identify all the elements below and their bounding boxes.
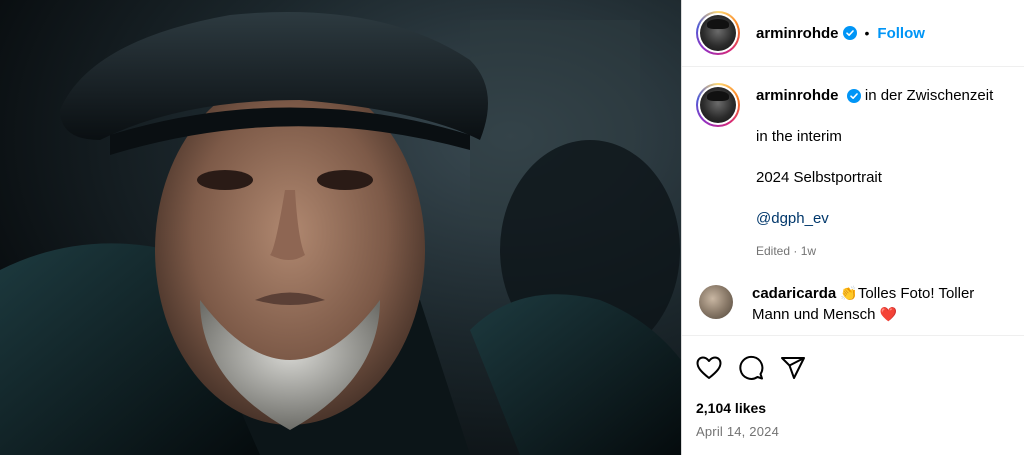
share-icon[interactable]	[780, 356, 806, 380]
mention-link[interactable]: @dgph_ev	[756, 210, 829, 227]
commenter-avatar[interactable]	[699, 285, 733, 319]
caption-line: in the interim	[756, 128, 842, 145]
clap-emoji: 👏	[840, 285, 858, 301]
portrait-image	[0, 0, 681, 455]
post-actions: 2,104 likes April 14, 2024	[682, 335, 1024, 455]
post-date: April 14, 2024	[696, 424, 780, 439]
author-avatar[interactable]	[696, 11, 740, 55]
post-photo[interactable]	[0, 0, 681, 455]
caption-line: in der Zwischenzeit	[864, 87, 994, 104]
comment: cadaricarda 👏Tolles Foto! Toller Mann un…	[696, 283, 1010, 325]
author-username[interactable]: arminrohde	[756, 25, 839, 42]
heart-icon[interactable]	[696, 356, 722, 380]
caption: arminrohde in der Zwischenzeit in the in…	[696, 83, 1010, 261]
caption-username[interactable]: arminrohde	[756, 87, 839, 104]
post-sidebar: arminrohde • Follow arminrohde in der Zw…	[681, 0, 1024, 455]
heart-emoji: ❤️	[879, 306, 898, 322]
caption-line: 2024 Selbstportrait	[756, 169, 882, 186]
likes-count[interactable]: 2,104 likes	[696, 400, 1010, 416]
follow-button[interactable]: Follow	[877, 25, 925, 42]
post-viewer: arminrohde • Follow arminrohde in der Zw…	[0, 0, 1024, 455]
comments-section: arminrohde in der Zwischenzeit in the in…	[682, 67, 1024, 335]
post-header: arminrohde • Follow	[682, 0, 1024, 67]
caption-meta: Edited · 1w	[756, 244, 817, 258]
verified-badge-icon	[846, 89, 861, 104]
comment-icon[interactable]	[738, 355, 764, 381]
caption-author-avatar[interactable]	[696, 83, 740, 127]
verified-badge-icon	[842, 26, 857, 40]
separator-dot: •	[864, 25, 870, 41]
commenter-username[interactable]: cadaricarda	[752, 285, 836, 302]
